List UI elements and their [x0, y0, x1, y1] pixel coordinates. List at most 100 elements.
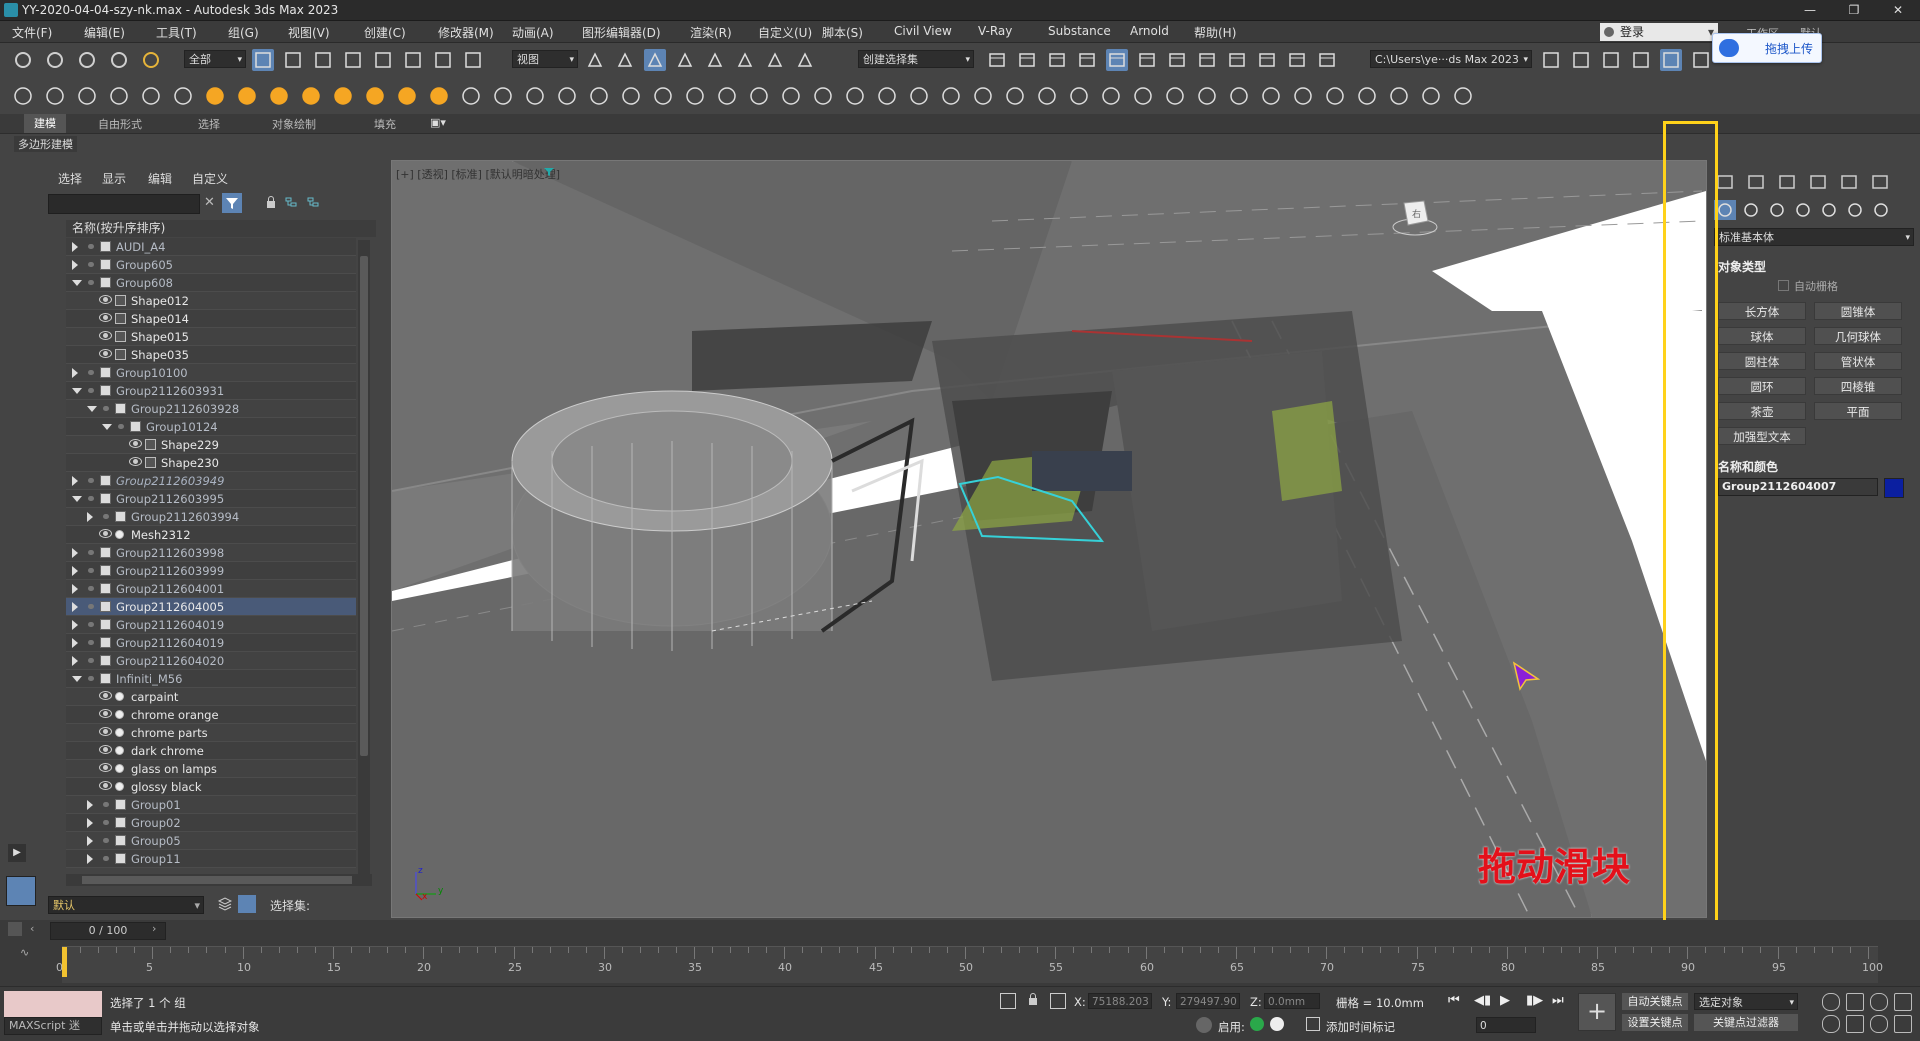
create-6-button[interactable]: 圆环 [1718, 377, 1806, 395]
ribbon-tab-4[interactable]: 填充 [374, 116, 396, 132]
collapsed-triangle-icon[interactable] [87, 512, 93, 522]
collapsed-triangle-icon[interactable] [87, 854, 93, 864]
visibility-dot-icon[interactable] [88, 658, 94, 663]
list-item[interactable]: Group01 [66, 796, 356, 814]
reference-coord-dropdown[interactable]: 视图 ▾ [512, 50, 578, 68]
save-icon[interactable] [1600, 49, 1622, 71]
edit-named-sel-icon[interactable] [794, 49, 816, 71]
play-icon[interactable]: ▶ [1500, 993, 1510, 1008]
ribbon-tab-2[interactable]: 选择 [198, 116, 220, 132]
collapsed-triangle-icon[interactable] [72, 602, 78, 612]
spacewarps-icon[interactable] [1844, 200, 1866, 220]
render-setup-icon[interactable] [1226, 49, 1248, 71]
ribbon-subtab-poly[interactable]: 多边形建模 [14, 136, 77, 152]
collapsed-triangle-icon[interactable] [72, 548, 78, 558]
add-key-button[interactable]: + [1578, 993, 1616, 1031]
zoom-all-icon[interactable] [1846, 993, 1864, 1011]
vray-tool-10-icon[interactable] [332, 85, 354, 107]
prev-arrow-icon[interactable]: ‹ [30, 922, 34, 935]
set-key-button[interactable]: 设置关键点 [1622, 1014, 1688, 1031]
viewcube[interactable]: 右 [1392, 197, 1438, 237]
collapsed-triangle-icon[interactable] [72, 260, 78, 270]
vray-tool-31-icon[interactable] [1004, 85, 1026, 107]
named-selection-dropdown[interactable]: 创建选择集 ▾ [858, 50, 974, 68]
vray-tool-6-icon[interactable] [204, 85, 226, 107]
list-item[interactable]: Group2112603998 [66, 544, 356, 562]
list-item[interactable]: Group605 [66, 256, 356, 274]
visibility-eye-icon[interactable] [99, 691, 112, 700]
vray-tool-1-icon[interactable] [44, 85, 66, 107]
viewport-label[interactable]: [+] [透视] [标准] [默认明暗处理] [396, 166, 560, 182]
visibility-eye-icon[interactable] [99, 295, 112, 304]
vray-tool-34-icon[interactable] [1100, 85, 1122, 107]
collapsed-triangle-icon[interactable] [87, 818, 93, 828]
ribbon-tab-1[interactable]: 自由形式 [98, 116, 142, 132]
visibility-dot-icon[interactable] [103, 838, 109, 843]
create-8-button[interactable]: 茶壶 [1718, 402, 1806, 420]
vray-tool-13-icon[interactable] [428, 85, 450, 107]
layer-explorer-icon[interactable] [1076, 49, 1098, 71]
menu-item-13[interactable]: V-Ray [978, 24, 1012, 38]
maximize-viewport-icon[interactable] [1894, 1015, 1912, 1033]
collapsed-triangle-icon[interactable] [72, 242, 78, 252]
login-dropdown[interactable]: 登录 ▾ [1600, 23, 1718, 41]
adaptive-degradation-icon[interactable] [1196, 1017, 1212, 1033]
vray-tool-28-icon[interactable] [908, 85, 930, 107]
systems-icon[interactable] [1870, 200, 1892, 220]
display-tab-icon[interactable] [1838, 172, 1860, 192]
current-frame-field[interactable]: 0 [1476, 1017, 1536, 1033]
menu-item-6[interactable]: 修改器(M) [438, 24, 494, 41]
visibility-eye-icon[interactable] [129, 457, 142, 466]
modify-tab-icon[interactable] [1745, 172, 1767, 192]
menu-item-7[interactable]: 动画(A) [512, 24, 554, 41]
schematic-view-icon[interactable] [1166, 49, 1188, 71]
list-item[interactable]: Group10124 [66, 418, 356, 436]
visibility-eye-icon[interactable] [99, 781, 112, 790]
snap-3d-icon[interactable] [674, 49, 696, 71]
undo-icon[interactable] [12, 49, 34, 71]
menu-item-4[interactable]: 视图(V) [288, 24, 330, 41]
maxscript-input[interactable]: MAXScript 迷 [4, 1017, 102, 1035]
create-5-button[interactable]: 管状体 [1814, 352, 1902, 370]
expanded-triangle-icon[interactable] [72, 280, 82, 286]
menu-item-2[interactable]: 工具(T) [156, 24, 197, 41]
vray-tool-23-icon[interactable] [748, 85, 770, 107]
list-item[interactable]: dark chrome [66, 742, 356, 760]
visibility-eye-icon[interactable] [99, 313, 112, 322]
vray-tool-33-icon[interactable] [1068, 85, 1090, 107]
x-coordinate[interactable]: 75188.203 [1088, 993, 1152, 1009]
collapsed-triangle-icon[interactable] [72, 638, 78, 648]
visibility-dot-icon[interactable] [88, 280, 94, 285]
auto-key-button[interactable]: 自动关键点 [1622, 993, 1688, 1010]
vray-tool-0-icon[interactable] [12, 85, 34, 107]
lock-selection-icon[interactable] [1028, 993, 1038, 1009]
visibility-dot-icon[interactable] [88, 622, 94, 627]
list-item[interactable]: chrome orange [66, 706, 356, 724]
visibility-dot-icon[interactable] [88, 244, 94, 249]
lock-icon[interactable] [266, 196, 275, 208]
vray-tool-39-icon[interactable] [1260, 85, 1282, 107]
align-icon[interactable] [1016, 49, 1038, 71]
visibility-eye-icon[interactable] [99, 349, 112, 358]
list-item[interactable]: glossy black [66, 778, 356, 796]
menu-item-9[interactable]: 渲染(R) [690, 24, 732, 41]
visibility-dot-icon[interactable] [103, 820, 109, 825]
list-item[interactable]: Group11 [66, 850, 356, 868]
project-folder-icon[interactable] [1630, 49, 1652, 71]
list-item[interactable]: Group2112604019 [66, 634, 356, 652]
visibility-eye-icon[interactable] [99, 709, 112, 718]
window-crossing-icon[interactable] [342, 49, 364, 71]
scale-icon[interactable] [432, 49, 454, 71]
vray-tool-19-icon[interactable] [620, 85, 642, 107]
list-item[interactable]: glass on lamps [66, 760, 356, 778]
time-config-icon[interactable] [8, 922, 22, 936]
create-4-button[interactable]: 圆柱体 [1718, 352, 1806, 370]
prev-frame-icon[interactable]: ◀▮ [1474, 993, 1491, 1008]
list-item[interactable]: Group2112603994 [66, 508, 356, 526]
visibility-dot-icon[interactable] [88, 262, 94, 267]
visibility-dot-icon[interactable] [88, 496, 94, 501]
viewport-filter-icon[interactable] [544, 167, 554, 180]
keyboard-shortcut-icon[interactable] [644, 49, 666, 71]
name-column-header[interactable]: 名称(按升序排序) [66, 220, 376, 237]
layer-dropdown[interactable]: 默认 ▾ [48, 896, 204, 914]
